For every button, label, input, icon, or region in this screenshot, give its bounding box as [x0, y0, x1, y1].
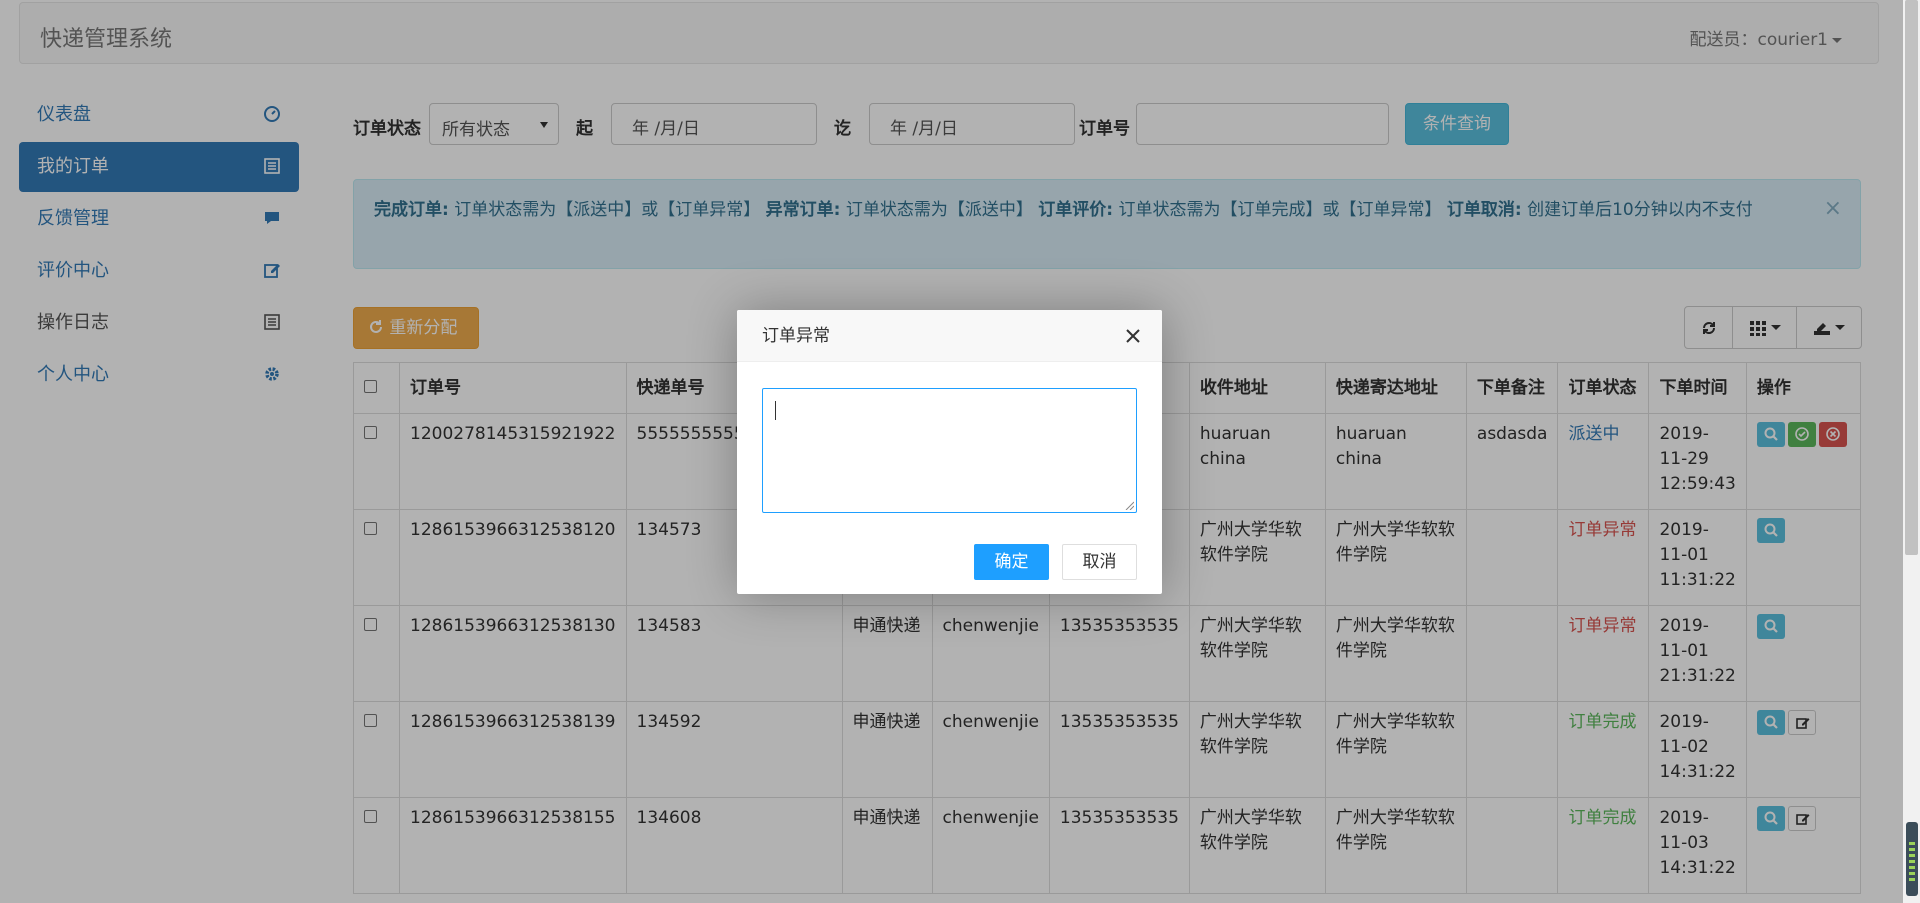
resize-handle-icon[interactable] [1124, 500, 1134, 510]
order-exception-dialog: 订单异常 确定 取消 [737, 310, 1162, 594]
text-cursor [775, 401, 776, 420]
cancel-button[interactable]: 取消 [1062, 544, 1137, 580]
dialog-header: 订单异常 [737, 310, 1162, 362]
exception-reason-textarea[interactable] [762, 388, 1137, 513]
close-icon[interactable] [1124, 327, 1142, 345]
dialog-title: 订单异常 [762, 326, 830, 346]
page-scrollbar[interactable] [1903, 0, 1920, 903]
network-monitor-widget[interactable] [1906, 822, 1918, 896]
confirm-button[interactable]: 确定 [974, 544, 1049, 580]
scrollbar-thumb[interactable] [1905, 0, 1918, 555]
